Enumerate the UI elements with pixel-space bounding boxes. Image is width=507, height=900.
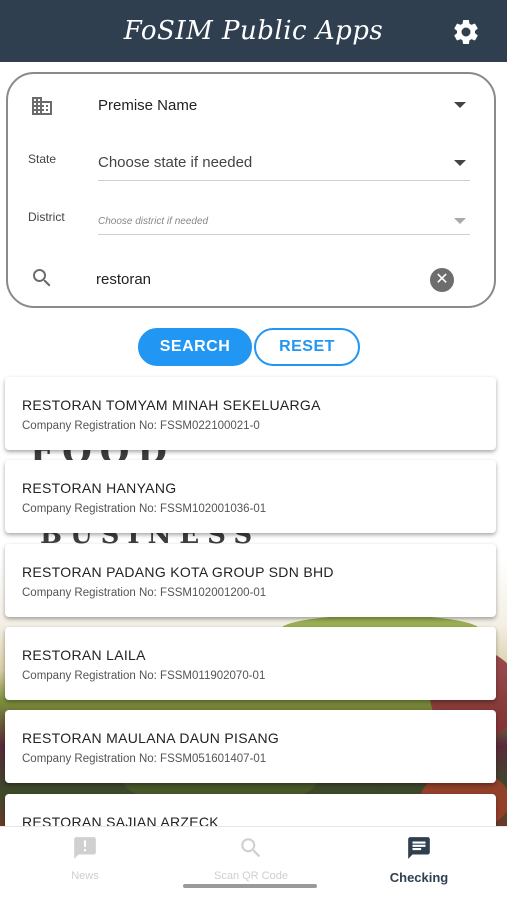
state-underline bbox=[98, 180, 470, 181]
result-card[interactable]: RESTORAN HANYANG Company Registration No… bbox=[5, 460, 496, 533]
premise-name: RESTORAN HANYANG bbox=[22, 480, 177, 496]
district-select[interactable]: Choose district if needed bbox=[98, 216, 208, 227]
app-header: FoSIM Public Apps bbox=[0, 0, 507, 62]
result-card[interactable]: RESTORAN TOMYAM MINAH SEKELUARGA Company… bbox=[5, 377, 496, 450]
result-card[interactable]: RESTORAN MAULANA DAUN PISANG Company Reg… bbox=[5, 710, 496, 783]
nav-item-news[interactable]: News bbox=[0, 835, 170, 882]
search-filter-panel: Premise Name State Choose state if neede… bbox=[6, 72, 496, 308]
nav-label-news: News bbox=[71, 870, 99, 882]
state-label: State bbox=[28, 152, 57, 166]
premise-name: RESTORAN MAULANA DAUN PISANG bbox=[22, 730, 280, 746]
gear-icon[interactable] bbox=[451, 17, 481, 47]
state-row[interactable]: State Choose state if needed bbox=[8, 148, 494, 181]
reset-button[interactable]: RESET bbox=[254, 328, 360, 366]
chevron-down-icon bbox=[454, 218, 466, 224]
nav-item-checking[interactable]: Checking bbox=[334, 835, 504, 885]
premise-name: RESTORAN TOMYAM MINAH SEKELUARGA bbox=[22, 397, 321, 413]
search-icon bbox=[33, 269, 51, 287]
state-select[interactable]: Choose state if needed bbox=[98, 154, 252, 171]
search-row[interactable]: ✕ bbox=[8, 264, 494, 294]
company-registration: Company Registration No: FSSM102001036-0… bbox=[22, 503, 267, 515]
premise-type-select[interactable]: Premise Name bbox=[98, 97, 197, 114]
search-button[interactable]: SEARCH bbox=[138, 328, 252, 366]
result-card[interactable]: RESTORAN PADANG KOTA GROUP SDN BHD Compa… bbox=[5, 544, 496, 617]
nav-label-checking: Checking bbox=[389, 870, 449, 885]
chevron-down-icon bbox=[454, 160, 466, 166]
app-title: FoSIM Public Apps bbox=[123, 16, 384, 46]
district-underline bbox=[98, 234, 470, 235]
search-input[interactable] bbox=[96, 268, 416, 290]
district-row[interactable]: District Choose district if needed bbox=[8, 206, 494, 238]
company-registration: Company Registration No: FSSM011902070-0… bbox=[22, 670, 266, 682]
news-icon bbox=[74, 837, 96, 859]
district-label: District bbox=[28, 210, 65, 224]
home-indicator bbox=[183, 884, 317, 888]
premise-type-row[interactable]: Premise Name bbox=[8, 92, 494, 122]
nav-label-scan-qr: Scan QR Code bbox=[214, 870, 288, 882]
clear-icon[interactable]: ✕ bbox=[430, 268, 454, 292]
result-card[interactable]: RESTORAN LAILA Company Registration No: … bbox=[5, 627, 496, 700]
company-registration: Company Registration No: FSSM102001200-0… bbox=[22, 587, 267, 599]
nav-item-scan-qr[interactable]: Scan QR Code bbox=[166, 835, 336, 882]
bottom-navigation: News Scan QR Code Checking bbox=[0, 826, 507, 900]
premise-name: RESTORAN LAILA bbox=[22, 647, 146, 663]
chevron-down-icon bbox=[454, 102, 466, 108]
premise-name: RESTORAN PADANG KOTA GROUP SDN BHD bbox=[22, 564, 334, 580]
qr-search-icon bbox=[241, 838, 261, 858]
company-registration: Company Registration No: FSSM051601407-0… bbox=[22, 753, 267, 765]
company-registration: Company Registration No: FSSM022100021-0 bbox=[22, 420, 260, 432]
checking-icon bbox=[408, 837, 430, 859]
building-icon bbox=[32, 97, 52, 115]
